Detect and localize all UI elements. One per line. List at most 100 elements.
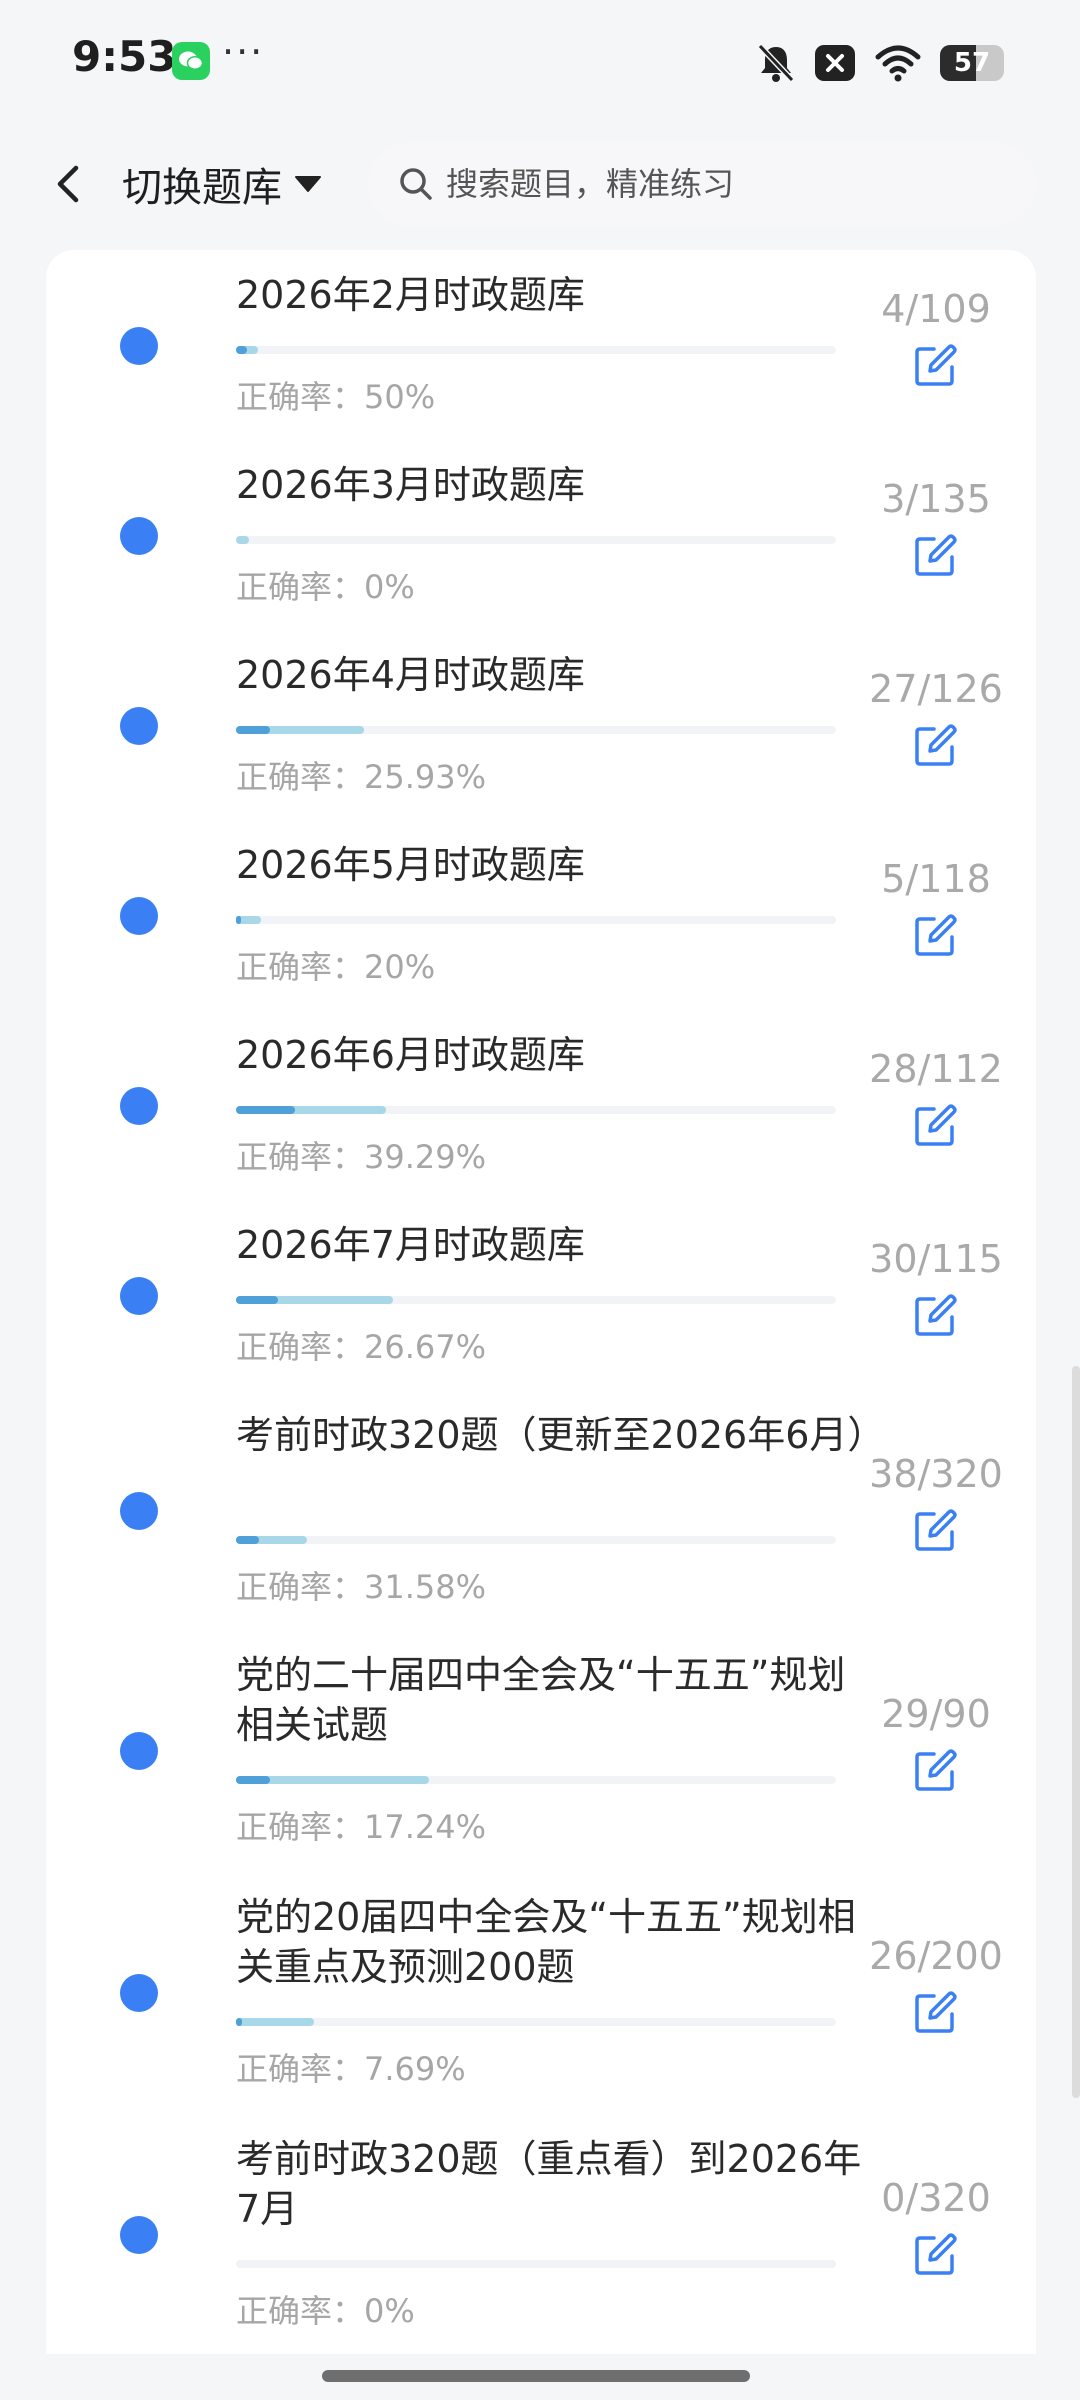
progress-correct-fill	[236, 1776, 270, 1784]
progress-bar	[236, 2018, 836, 2026]
bank-row[interactable]: 2026年3月时政题库 正确率：0% 3/135	[46, 460, 1036, 612]
accuracy-text: 正确率：17.24%	[236, 1808, 487, 1846]
bank-status-dot	[120, 897, 158, 935]
switch-bank-label: 切换题库	[122, 165, 282, 211]
wechat-icon	[172, 42, 210, 80]
bank-row[interactable]: 考前时政320题（重点看）到2026年7月 正确率：0% 0/320	[46, 2134, 1036, 2336]
switch-bank-dropdown[interactable]: 切换题库	[122, 152, 322, 216]
progress-fill	[236, 2018, 314, 2026]
bank-status-dot	[120, 1492, 158, 1530]
bank-status-dot	[120, 1974, 158, 2012]
search-box[interactable]	[368, 142, 1036, 226]
progress-bar	[236, 346, 836, 354]
bank-title[interactable]: 2026年4月时政题库	[236, 650, 876, 700]
accuracy-text: 正确率：7.69%	[236, 2050, 466, 2088]
header: 切换题库	[0, 124, 1080, 250]
status-bar: 9:53 ··· 57	[0, 0, 1080, 124]
bank-row[interactable]: 考前时政320题（更新至2026年6月） 正确率：31.58% 38/320	[46, 1410, 1036, 1612]
battery-text: 57	[953, 48, 991, 78]
bank-row[interactable]: 2026年4月时政题库 正确率：25.93% 27/126	[46, 650, 1036, 802]
bank-status-dot	[120, 707, 158, 745]
progress-count: 38/320	[869, 1452, 1003, 1496]
edit-icon[interactable]	[912, 1988, 960, 2036]
mute-bell-icon	[757, 43, 795, 83]
progress-correct-fill	[236, 2018, 242, 2026]
bank-list: 2026年2月时政题库 正确率：50% 4/109 2026年3月时政题库 正确…	[46, 250, 1036, 2354]
bank-row[interactable]: 2026年5月时政题库 正确率：20% 5/118	[46, 840, 1036, 992]
bank-row[interactable]: 党的二十届四中全会及“十五五”规划相关试题 正确率：17.24% 29/90	[46, 1650, 1036, 1852]
accuracy-text: 正确率：50%	[236, 378, 436, 416]
progress-count: 0/320	[881, 2176, 991, 2220]
bank-row[interactable]: 2026年7月时政题库 正确率：26.67% 30/115	[46, 1220, 1036, 1372]
bank-title[interactable]: 考前时政320题（更新至2026年6月）	[236, 1410, 885, 1460]
progress-bar	[236, 916, 836, 924]
edit-icon[interactable]	[912, 2230, 960, 2278]
edit-icon[interactable]	[912, 721, 960, 769]
progress-count: 26/200	[869, 1934, 1003, 1978]
accuracy-text: 正确率：31.58%	[236, 1568, 487, 1606]
progress-count: 29/90	[881, 1692, 991, 1736]
progress-bar	[236, 1536, 836, 1544]
progress-count: 27/126	[869, 667, 1003, 711]
bank-title[interactable]: 2026年5月时政题库	[236, 840, 876, 890]
bank-row[interactable]: 2026年6月时政题库 正确率：39.29% 28/112	[46, 1030, 1036, 1182]
progress-correct-fill	[236, 1106, 295, 1114]
bank-row[interactable]: 2026年2月时政题库 正确率：50% 4/109	[46, 270, 1036, 422]
wifi-icon	[875, 45, 921, 82]
battery-icon: 57	[940, 45, 1004, 81]
edit-icon[interactable]	[912, 1506, 960, 1554]
progress-count: 28/112	[869, 1047, 1003, 1091]
screen: 9:53 ··· 57 切换题库 搜索题目，精准练习 2026年2月时政题库 正…	[0, 0, 1080, 2400]
progress-count: 4/109	[881, 287, 991, 331]
search-input[interactable]	[444, 164, 1008, 204]
scrollbar[interactable]	[1072, 1366, 1080, 2098]
bank-title[interactable]: 2026年7月时政题库	[236, 1220, 876, 1270]
progress-bar	[236, 1296, 836, 1304]
bank-row[interactable]: 党的20届四中全会及“十五五”规划相关重点及预测200题 正确率：7.69% 2…	[46, 1892, 1036, 2094]
bank-title[interactable]: 2026年3月时政题库	[236, 460, 876, 510]
progress-count: 5/118	[881, 857, 991, 901]
bank-title[interactable]: 考前时政320题（重点看）到2026年7月	[236, 2134, 876, 2234]
search-icon	[400, 168, 432, 200]
close-box-icon	[815, 45, 855, 81]
progress-correct-fill	[236, 726, 270, 734]
bank-title[interactable]: 2026年6月时政题库	[236, 1030, 876, 1080]
edit-icon[interactable]	[912, 1291, 960, 1339]
status-time: 9:53	[72, 32, 177, 81]
bank-title[interactable]: 党的二十届四中全会及“十五五”规划相关试题	[236, 1650, 876, 1750]
progress-correct-fill	[236, 1536, 259, 1544]
bank-status-dot	[120, 1732, 158, 1770]
progress-bar	[236, 536, 836, 544]
edit-icon[interactable]	[912, 341, 960, 389]
edit-icon[interactable]	[912, 531, 960, 579]
progress-bar	[236, 1106, 836, 1114]
progress-bar	[236, 1776, 836, 1784]
progress-correct-fill	[236, 346, 247, 354]
bank-title[interactable]: 2026年2月时政题库	[236, 270, 876, 320]
accuracy-text: 正确率：20%	[236, 948, 436, 986]
progress-fill	[236, 536, 250, 544]
bank-status-dot	[120, 1087, 158, 1125]
more-notifications-icon: ···	[222, 30, 265, 74]
home-indicator[interactable]	[322, 2370, 750, 2382]
edit-icon[interactable]	[912, 1746, 960, 1794]
back-icon[interactable]	[40, 154, 100, 214]
progress-bar	[236, 2260, 836, 2268]
bank-title[interactable]: 党的20届四中全会及“十五五”规划相关重点及预测200题	[236, 1892, 876, 1992]
progress-correct-fill	[236, 916, 241, 924]
caret-down-icon	[295, 176, 321, 192]
accuracy-text: 正确率：0%	[236, 568, 415, 606]
bank-status-dot	[120, 1277, 158, 1315]
progress-count: 3/135	[881, 477, 991, 521]
progress-bar	[236, 726, 836, 734]
bank-status-dot	[120, 2216, 158, 2254]
progress-count: 30/115	[869, 1237, 1003, 1281]
edit-icon[interactable]	[912, 1101, 960, 1149]
edit-icon[interactable]	[912, 911, 960, 959]
system-icons: 57	[756, 40, 1004, 86]
accuracy-text: 正确率：25.93%	[236, 758, 487, 796]
progress-correct-fill	[236, 1296, 278, 1304]
accuracy-text: 正确率：26.67%	[236, 1328, 487, 1366]
accuracy-text: 正确率：39.29%	[236, 1138, 487, 1176]
accuracy-text: 正确率：0%	[236, 2292, 415, 2330]
